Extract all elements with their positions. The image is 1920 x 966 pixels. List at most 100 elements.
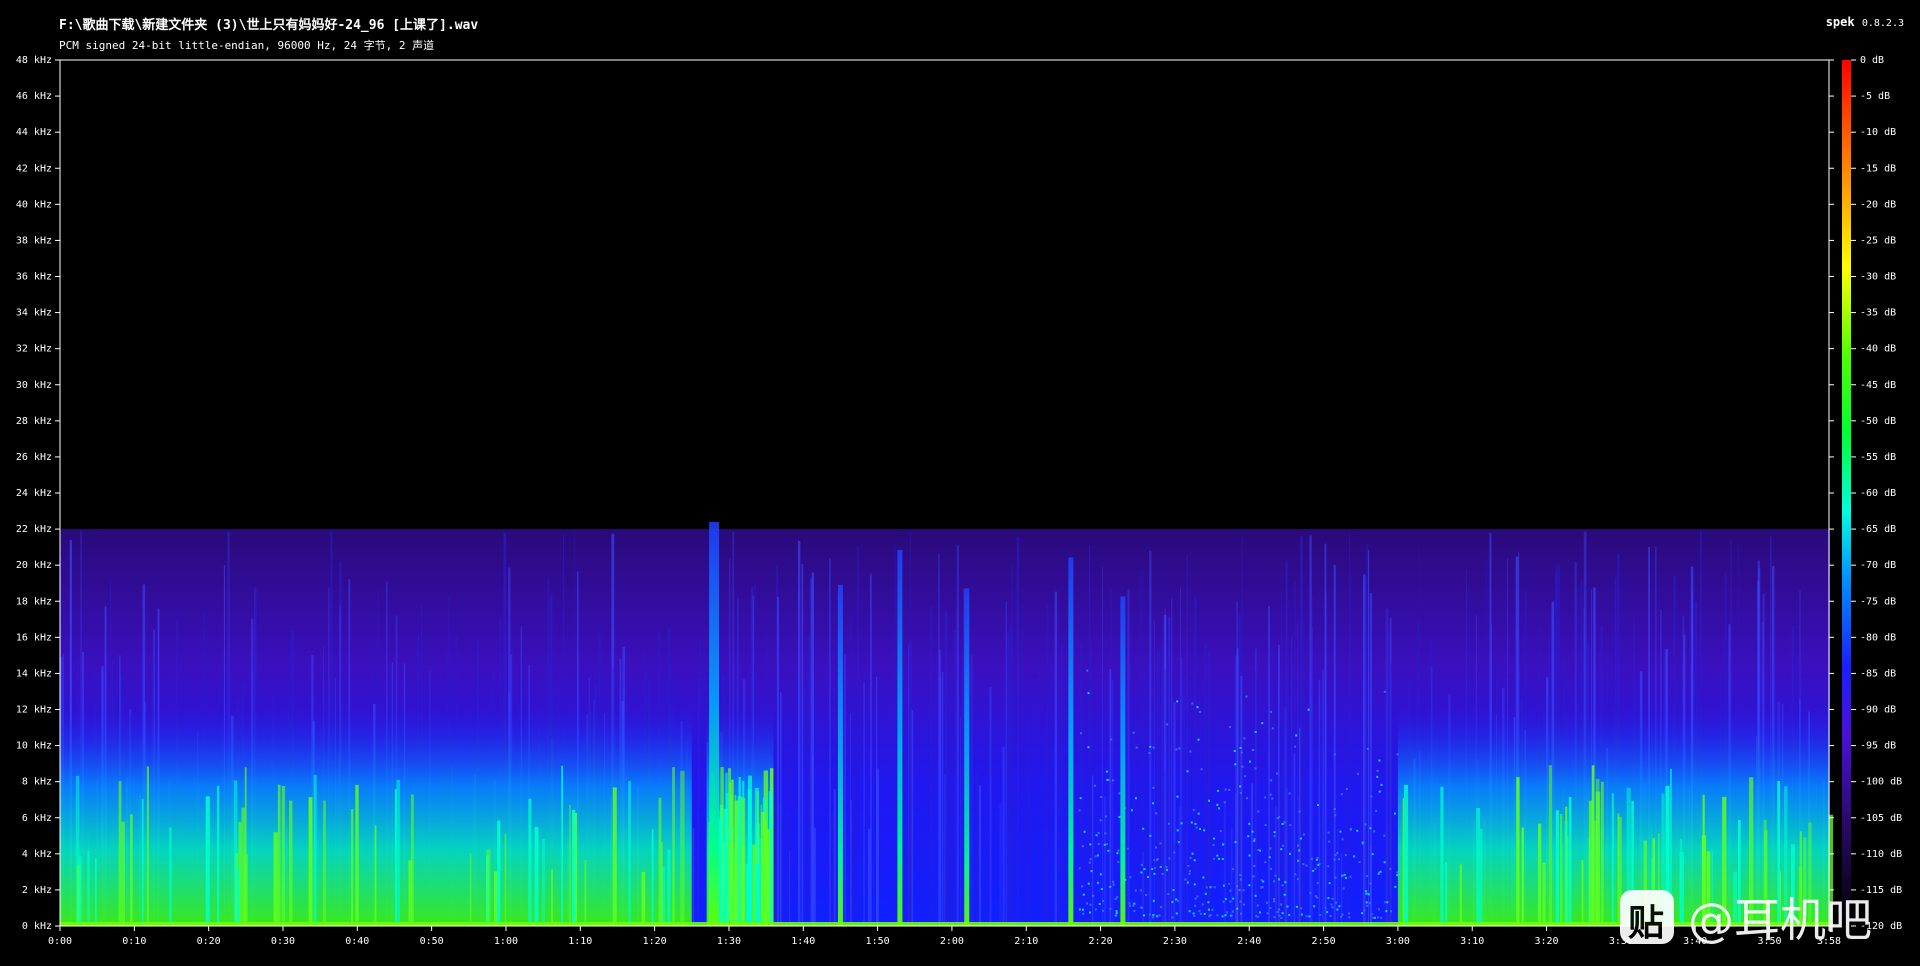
tieba-logo-icon xyxy=(1620,890,1674,946)
tone-dot xyxy=(1380,783,1383,786)
tone-dot xyxy=(1329,914,1332,917)
tone-dot xyxy=(1148,752,1151,755)
tone-dot xyxy=(1088,861,1091,864)
tone-dot xyxy=(1379,870,1382,873)
loud-streak xyxy=(725,772,728,926)
tone-dot xyxy=(1278,914,1281,917)
loud-streak xyxy=(534,827,539,926)
loud-streak xyxy=(672,767,675,926)
tone-dot xyxy=(1230,914,1233,917)
tone-dot xyxy=(1118,815,1121,818)
streak xyxy=(1127,589,1130,926)
transient-peak xyxy=(837,584,843,926)
loud-streak xyxy=(141,798,144,926)
streak xyxy=(1270,647,1274,926)
tone-dot xyxy=(1224,898,1227,901)
streak xyxy=(1044,827,1047,926)
tone-dot xyxy=(1165,866,1168,869)
x-tick-label: 0:00 xyxy=(48,936,72,947)
streak xyxy=(908,842,910,926)
tone-dot xyxy=(1226,911,1229,914)
tone-dot xyxy=(1240,912,1243,915)
x-tick-label: 0:50 xyxy=(420,936,444,947)
tone-dot xyxy=(1199,828,1202,831)
streak xyxy=(1255,670,1257,926)
tone-dot xyxy=(1253,839,1256,842)
streak xyxy=(1022,602,1024,926)
tone-dot xyxy=(1145,893,1148,896)
tone-dot xyxy=(1312,869,1315,872)
tone-dot xyxy=(1089,858,1092,861)
tone-dot xyxy=(1283,821,1286,824)
tone-dot xyxy=(1159,865,1162,868)
tone-dot xyxy=(1239,900,1242,903)
tone-dot xyxy=(1273,916,1276,919)
tone-dot xyxy=(1345,787,1348,790)
loud-streak xyxy=(651,829,654,926)
colorbar: 0 dB -5 dB -10 dB -15 dB -20 dB -25 dB -30 dB -… xyxy=(1842,55,1902,932)
colorbar-tick-label: -30 dB xyxy=(1860,272,1896,283)
tone-dot xyxy=(1272,880,1275,883)
streak xyxy=(1156,649,1160,926)
tone-dot xyxy=(1086,669,1089,672)
x-tick-label: 0:30 xyxy=(271,936,295,947)
tone-dot xyxy=(1229,900,1232,903)
tone-dot xyxy=(1283,893,1286,896)
tone-dot xyxy=(1264,824,1267,827)
tone-dot xyxy=(1286,905,1289,908)
tone-dot xyxy=(1211,908,1214,911)
streak xyxy=(978,785,982,926)
loud-streak xyxy=(322,800,327,926)
tone-dot xyxy=(1198,710,1201,713)
loud-streak xyxy=(1402,798,1405,926)
tone-dot xyxy=(1192,912,1195,915)
colorbar-tick-label: -55 dB xyxy=(1860,452,1896,463)
watermark: @耳机吧 xyxy=(1620,884,1872,950)
streak xyxy=(1280,591,1282,926)
tone-dot xyxy=(1078,867,1081,870)
x-tick-label: 1:50 xyxy=(866,936,890,947)
tone-dot xyxy=(1118,792,1121,795)
tone-dot xyxy=(1079,797,1082,800)
streak xyxy=(789,850,791,926)
colorbar-tick-label: -15 dB xyxy=(1860,163,1896,174)
tone-dot xyxy=(1186,881,1189,884)
tone-dot xyxy=(1337,858,1340,861)
streak xyxy=(956,545,960,926)
streak xyxy=(1333,564,1336,926)
tone-dot xyxy=(1261,722,1264,725)
tone-dot xyxy=(1188,872,1191,875)
tone-dot xyxy=(1264,796,1267,799)
tone-dot xyxy=(1364,823,1367,826)
tone-dot xyxy=(1147,875,1150,878)
streak xyxy=(1039,652,1041,926)
tone-dot xyxy=(1175,748,1178,751)
tone-dot xyxy=(1239,746,1242,749)
streak xyxy=(1168,625,1171,926)
y-tick-label: 8 kHz xyxy=(22,777,52,788)
tone-dot xyxy=(1228,726,1231,729)
tone-dot xyxy=(1341,838,1344,841)
tone-dot xyxy=(1373,830,1376,833)
tone-dot xyxy=(1189,750,1192,753)
tone-dot xyxy=(1394,885,1397,888)
tone-dot xyxy=(1375,809,1378,812)
tone-dot xyxy=(1141,906,1144,909)
tone-dot xyxy=(1188,910,1191,913)
streak xyxy=(1367,549,1370,926)
loud-streak xyxy=(355,784,359,926)
tone-dot xyxy=(1236,907,1239,910)
tone-dot xyxy=(1078,809,1081,812)
tone-dot xyxy=(1380,916,1383,919)
tone-dot xyxy=(1385,910,1388,913)
tone-dot xyxy=(1254,731,1257,734)
loud-streak xyxy=(205,796,210,926)
y-tick-label: 46 kHz xyxy=(16,91,52,102)
tone-dot xyxy=(1224,788,1227,791)
tone-dot xyxy=(1089,903,1092,906)
colorbar-tick-label: -10 dB xyxy=(1860,127,1896,138)
tone-dot xyxy=(1193,915,1196,918)
loud-streak xyxy=(628,781,631,926)
tone-dot xyxy=(1297,859,1300,862)
colorbar-tick-label: 0 dB xyxy=(1860,55,1884,66)
